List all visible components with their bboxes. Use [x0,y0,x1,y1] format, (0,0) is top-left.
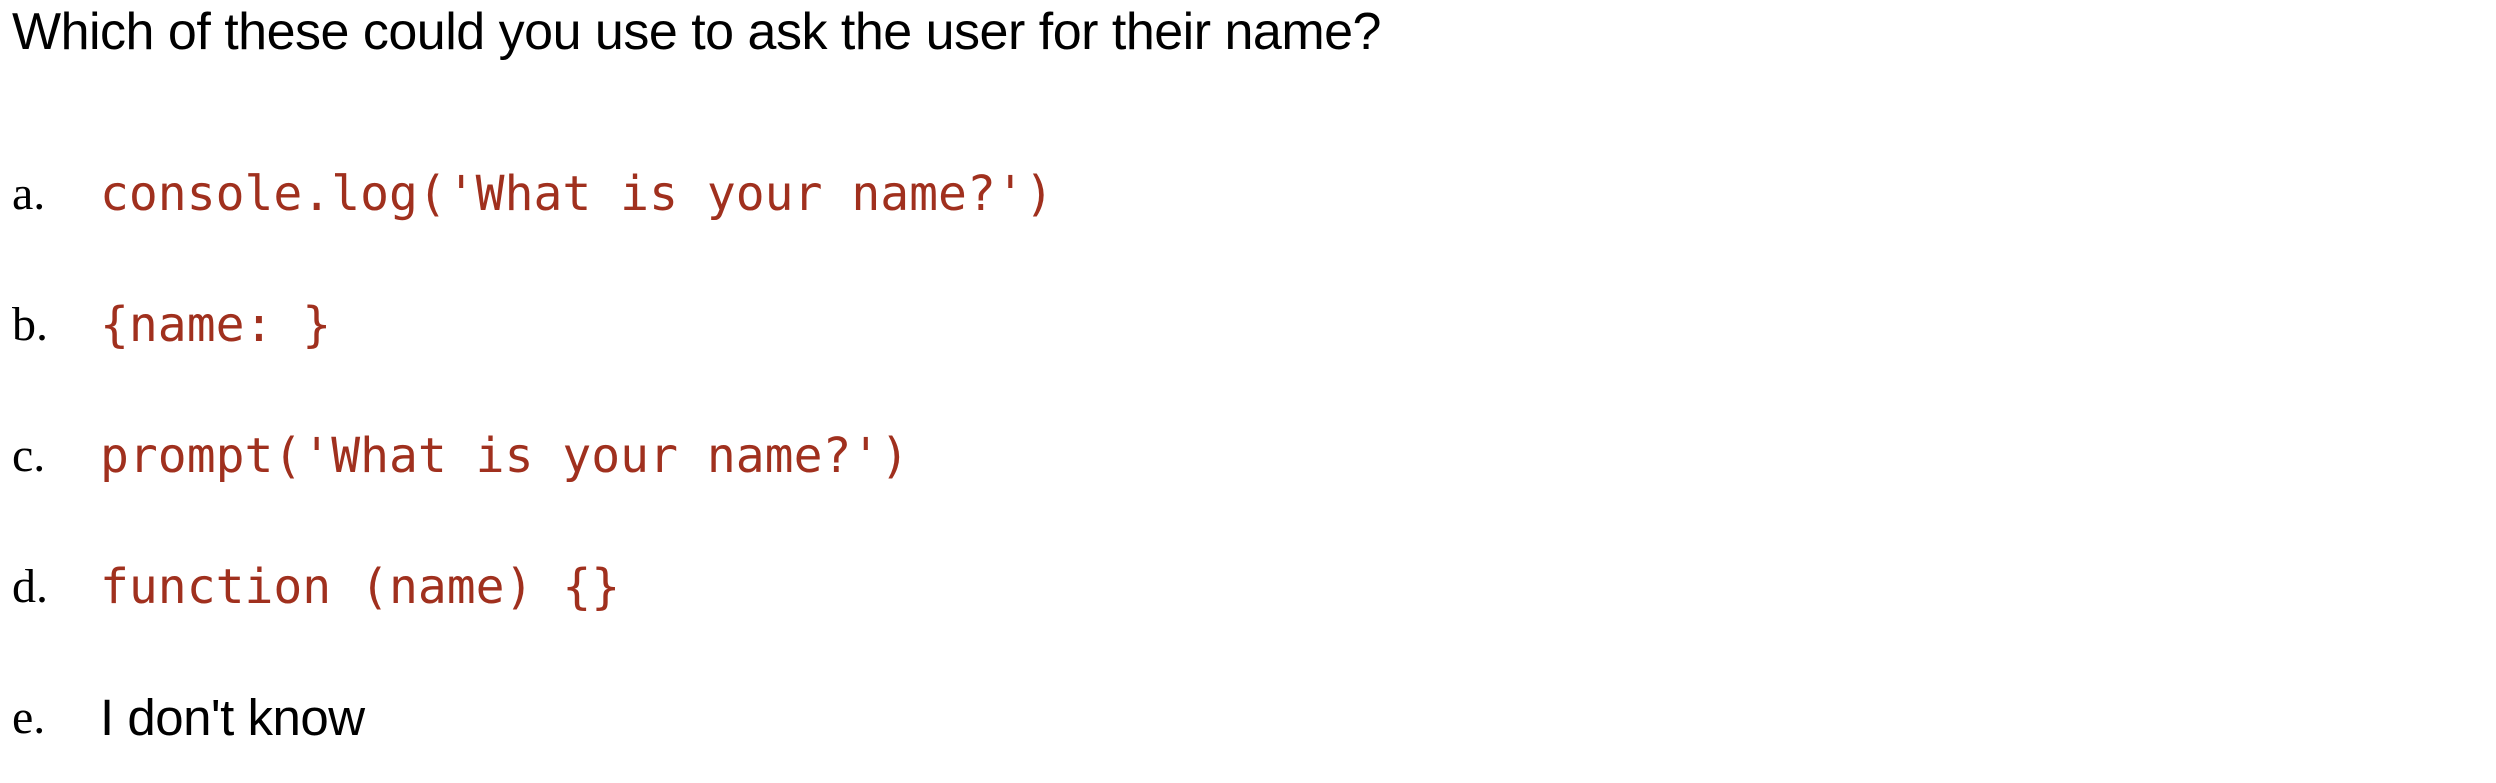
option-marker: d. [12,559,48,613]
option-b[interactable]: b. {name: } [12,259,1054,390]
option-d[interactable]: d. function (name) {} [12,521,1054,652]
option-code-text: prompt('What is your name?') [100,427,910,484]
option-code-text: {name: } [100,296,332,353]
option-marker: a. [12,166,46,220]
question-text: Which of these could you use to ask the … [12,3,1381,61]
option-text: I don't know [100,688,365,746]
option-code-text: console.log('What is your name?') [100,165,1054,222]
option-c[interactable]: c. prompt('What is your name?') [12,390,1054,521]
option-e[interactable]: e. I don't know [12,652,1054,783]
option-marker: e. [12,690,46,744]
option-marker: b. [12,297,48,351]
option-marker: c. [12,428,46,482]
option-a[interactable]: a. console.log('What is your name?') [12,128,1054,259]
answer-options-list: a. console.log('What is your name?') b. … [12,128,1054,783]
option-code-text: function (name) {} [100,558,621,615]
